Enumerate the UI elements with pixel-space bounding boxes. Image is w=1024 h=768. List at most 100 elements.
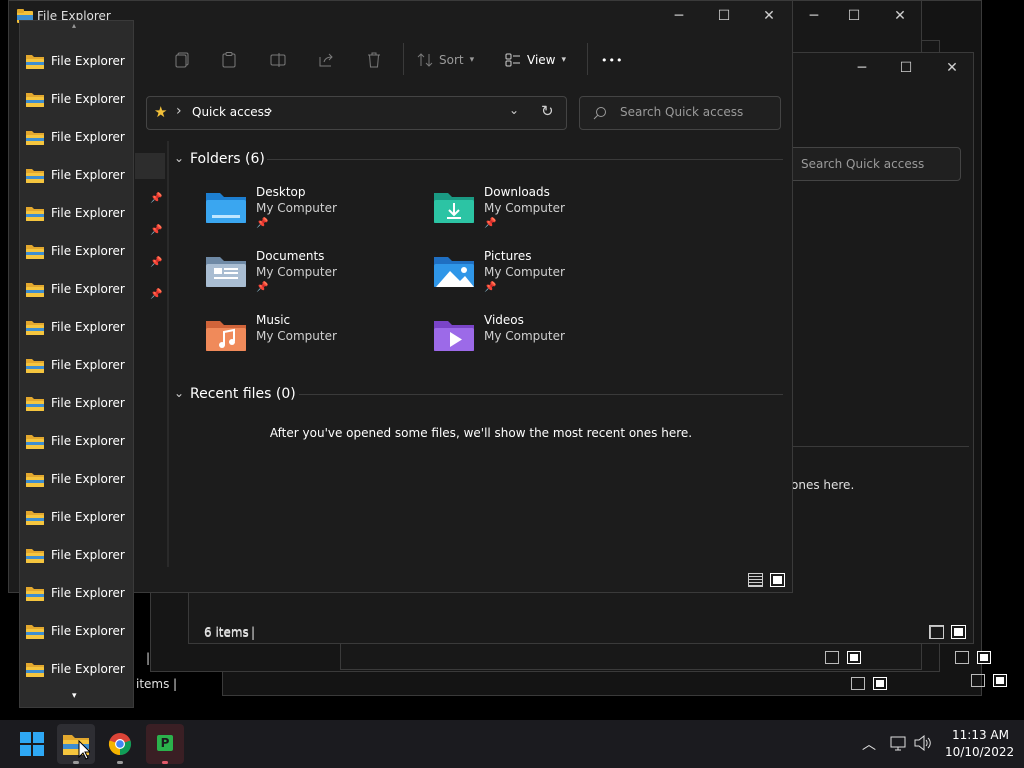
tiles-view-button[interactable]: [770, 573, 785, 587]
details-view-button[interactable]: [748, 573, 763, 587]
folder-name: Music: [256, 313, 291, 327]
pin-icon: 📌: [256, 218, 269, 229]
paste-button[interactable]: [222, 47, 236, 73]
jump-list-item[interactable]: File Explorer: [26, 583, 125, 603]
status-separator: |: [251, 625, 256, 639]
jump-list-item[interactable]: File Explorer: [26, 431, 125, 451]
refresh-button[interactable]: ↻: [541, 102, 554, 120]
folder-item-videos[interactable]: Videos My Computer: [432, 313, 652, 369]
jump-list-item-label: File Explorer: [51, 244, 125, 258]
maximize-button[interactable]: ☐: [701, 1, 747, 31]
jump-list-item[interactable]: File Explorer: [26, 507, 125, 527]
search-placeholder-bg1: Search Quick access: [801, 157, 925, 171]
breadcrumb-location[interactable]: Quick access: [192, 105, 270, 119]
nav-pane-selected-item[interactable]: [135, 153, 165, 179]
folder-icon: [26, 358, 44, 373]
folder-name: Documents: [256, 249, 325, 263]
address-dropdown-chevron-icon[interactable]: ⌄: [509, 103, 519, 117]
details-view-icon-bg3[interactable]: [851, 677, 865, 690]
jump-list-item-label: File Explorer: [51, 396, 125, 410]
folder-item-downloads[interactable]: Downloads My Computer 📌: [432, 185, 652, 241]
details-view-icon-bg4[interactable]: [955, 651, 969, 664]
pin-icon: 📌: [150, 289, 163, 300]
jump-list-item[interactable]: File Explorer: [26, 393, 125, 413]
more-options-button[interactable]: •••: [601, 47, 623, 73]
jump-list-item[interactable]: File Explorer: [26, 621, 125, 641]
jump-list-item[interactable]: File Explorer: [26, 203, 125, 223]
folder-item-documents[interactable]: Documents My Computer 📌: [204, 249, 424, 305]
taskbar-app-button[interactable]: P: [146, 724, 184, 764]
recent-collapse-chevron-icon[interactable]: ⌄: [174, 386, 184, 400]
details-view-icon-bg5[interactable]: [971, 674, 985, 687]
close-button-bg2[interactable]: ✕: [877, 1, 921, 31]
folders-header[interactable]: Folders (6): [190, 151, 265, 167]
clock-time[interactable]: 11:13 AM: [945, 728, 1009, 742]
jump-list-item-label: File Explorer: [51, 586, 125, 600]
view-button[interactable]: View ▾: [505, 47, 566, 73]
folder-name: Pictures: [484, 249, 532, 263]
folders-collapse-chevron-icon[interactable]: ⌄: [174, 151, 184, 165]
jump-list-item[interactable]: File Explorer: [26, 469, 125, 489]
maximize-button-bg2[interactable]: ☐: [831, 1, 877, 31]
recent-files-header[interactable]: Recent files (0): [190, 386, 296, 402]
close-button-bg1[interactable]: ✕: [929, 53, 973, 83]
folder-item-music[interactable]: Music My Computer: [204, 313, 424, 369]
jump-list-item[interactable]: File Explorer: [26, 51, 125, 71]
jump-list-item[interactable]: File Explorer: [26, 241, 125, 261]
clock-date[interactable]: 10/10/2022: [945, 745, 1014, 759]
rename-button[interactable]: [270, 47, 286, 73]
network-icon[interactable]: [890, 736, 908, 756]
jump-list-item[interactable]: File Explorer: [26, 165, 125, 185]
breadcrumb-chevron[interactable]: ›: [267, 103, 273, 119]
jump-list-item[interactable]: File Explorer: [26, 279, 125, 299]
sort-button[interactable]: Sort ▾: [417, 47, 474, 73]
jump-list-item-label: File Explorer: [51, 434, 125, 448]
jump-list-scroll-down-icon[interactable]: ▾: [72, 691, 77, 701]
delete-button[interactable]: [367, 47, 381, 73]
folder-icon: [26, 168, 44, 183]
sort-label: Sort: [439, 53, 464, 67]
copy-button[interactable]: [175, 47, 189, 73]
minimize-button-bg1[interactable]: ─: [839, 53, 885, 83]
jump-list-item-label: File Explorer: [51, 510, 125, 524]
paste-icon: [222, 52, 236, 68]
tiles-view-icon-bg3[interactable]: [873, 677, 887, 690]
tiles-view-icon-bg2[interactable]: [847, 651, 861, 664]
folder-icon: [26, 282, 44, 297]
jump-list-item[interactable]: File Explorer: [26, 545, 125, 565]
jump-list-item[interactable]: File Explorer: [26, 89, 125, 109]
details-view-icon-bg2[interactable]: [825, 651, 839, 664]
more-icon: •••: [601, 53, 624, 67]
volume-icon[interactable]: [914, 734, 932, 755]
jump-list-item[interactable]: File Explorer: [26, 659, 125, 679]
jump-list-scroll-up-icon[interactable]: ▴: [72, 21, 76, 30]
jump-list-item-label: File Explorer: [51, 662, 125, 676]
minimize-button[interactable]: ─: [656, 1, 702, 31]
taskbar-chrome-button[interactable]: [108, 732, 132, 764]
maximize-button-bg1[interactable]: ☐: [883, 53, 929, 83]
sort-icon: [417, 53, 433, 67]
folder-name: Videos: [484, 313, 524, 327]
folder-location: My Computer: [484, 201, 565, 215]
folder-item-desktop[interactable]: Desktop My Computer 📌: [204, 185, 424, 241]
tiles-view-icon-bg4[interactable]: [977, 651, 991, 664]
nav-pane-divider: [167, 141, 169, 567]
close-button[interactable]: ✕: [746, 1, 792, 31]
jump-list-item[interactable]: File Explorer: [26, 317, 125, 337]
folder-icon: [26, 54, 44, 69]
folder-icon: [26, 206, 44, 221]
tiles-view-icon-bg5[interactable]: [993, 674, 1007, 687]
running-indicator: [162, 761, 168, 764]
tiles-view-icon[interactable]: [951, 625, 966, 639]
folder-location: My Computer: [256, 265, 337, 279]
start-button[interactable]: [20, 732, 44, 760]
running-indicator: [117, 761, 123, 764]
share-button[interactable]: [319, 47, 335, 73]
jump-list-item[interactable]: File Explorer: [26, 355, 125, 375]
breadcrumb-chevron[interactable]: ›: [176, 103, 182, 119]
details-view-icon[interactable]: [929, 625, 944, 639]
jump-list-item[interactable]: File Explorer: [26, 127, 125, 147]
folder-icon: [26, 510, 44, 525]
show-hidden-icons-button[interactable]: ︿: [862, 734, 876, 754]
folder-item-pictures[interactable]: Pictures My Computer 📌: [432, 249, 652, 305]
